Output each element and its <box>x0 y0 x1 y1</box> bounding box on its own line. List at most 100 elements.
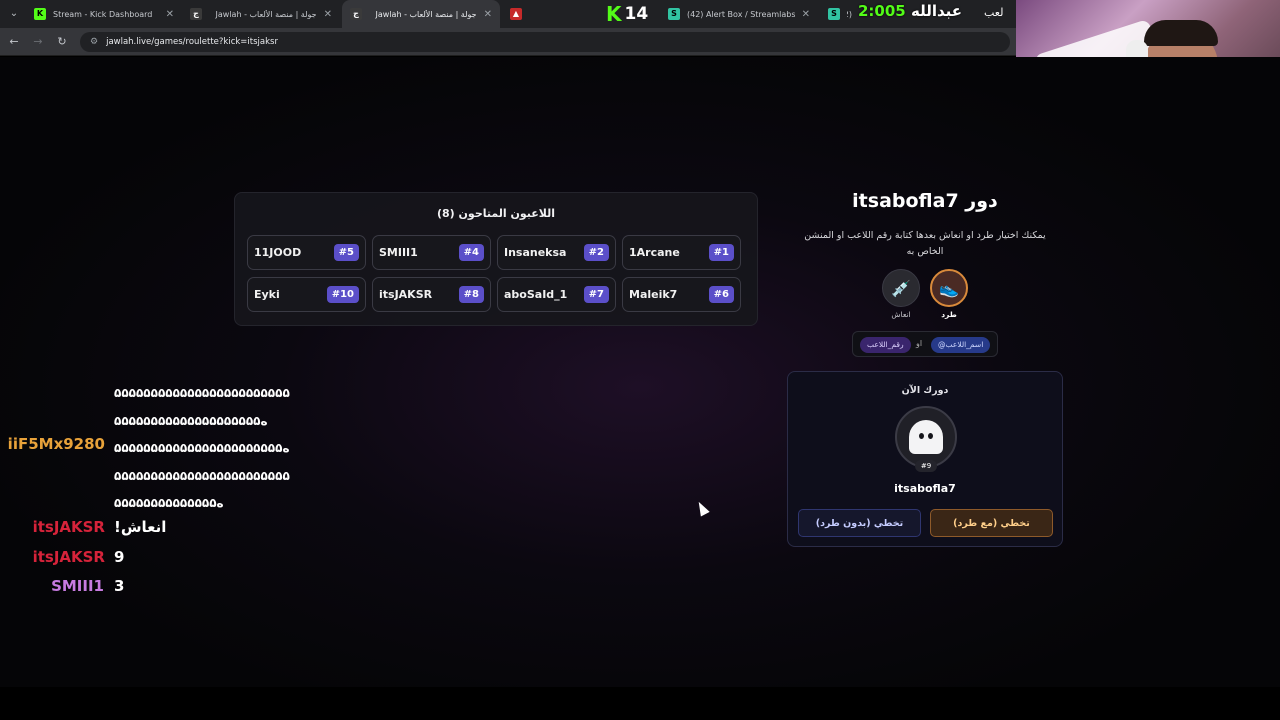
avatar <box>895 406 957 468</box>
tab-kick-dashboard[interactable]: K Stream - Kick Dashboard ✕ <box>26 0 182 28</box>
chat-message: 3 <box>114 577 125 595</box>
viewer-count: 14 <box>624 4 649 24</box>
corner-overlay-text: لعب <box>984 6 1004 19</box>
player-name: Insaneksa <box>504 246 567 259</box>
tab-jawlah-1[interactable]: ج جولة | منصة الألعاب - Jawlah ✕ <box>182 0 340 28</box>
tab-jawlah-active[interactable]: ج جولة | منصة الألعاب - Jawlah ✕ <box>342 0 500 28</box>
available-players-panel: اللاعبون المتاحون (8) 11JOOD #5 SMIII1 #… <box>234 192 758 326</box>
player-number-badge: #5 <box>333 244 359 261</box>
browser-address-bar: ← → ↻ ⚙ jawlah.live/games/roulette?kick=… <box>0 28 1016 56</box>
player-number-badge: #4 <box>458 244 484 261</box>
chat-message-line: ۵۵۵۵۵۵۵۵۵۵۵۵۵۵۵۵۵۵۵۵۵۵۵۵ <box>114 468 290 483</box>
kick-action-button[interactable]: 👟 <box>930 269 968 307</box>
ghost-avatar-icon <box>909 420 943 454</box>
player-name: 11JOOD <box>254 246 302 259</box>
current-turn-panel: دورك الآن #9 itsabofla7 تخطي (بدون طرد) … <box>787 371 1063 547</box>
revive-action-button[interactable]: 💉 <box>882 269 920 307</box>
tab-red-site[interactable]: ▲ <box>502 0 532 28</box>
timer-value: 2:005 <box>858 2 906 20</box>
player-name: itsJAKSR <box>379 288 433 301</box>
player-name: Maleik7 <box>629 288 678 301</box>
player-card-10[interactable]: Eyki #10 <box>247 277 366 312</box>
player-name: Eyki <box>254 288 280 301</box>
tab-title: جولة | منصة الألعاب - Jawlah <box>215 9 317 19</box>
stream-timer-overlay: 2:005 عبدالله <box>858 2 962 20</box>
chat-username: itsJAKSR <box>32 518 105 536</box>
url-input[interactable]: ⚙ jawlah.live/games/roulette?kick=itsjak… <box>80 32 1010 52</box>
player-name: SMIII1 <box>379 246 418 259</box>
tab-title: جولة | منصة الألعاب - Jawlah <box>375 9 477 19</box>
chat-message-line: ۵۵۵۵۵۵۵۵۵۵۵۵۵۵۵۵۵۵۵۵۵۵۵ه <box>114 441 290 455</box>
site-info-icon[interactable]: ⚙ <box>90 37 98 47</box>
current-player-name: itsabofla7 <box>894 482 956 495</box>
tab-search-chevron-icon[interactable]: ⌄ <box>6 6 22 22</box>
chat-message: انعاش! <box>114 518 167 536</box>
jawlah-icon: ج <box>350 8 362 20</box>
close-icon[interactable]: ✕ <box>324 9 332 20</box>
player-number-badge: #1 <box>708 244 734 261</box>
tab-streamlabs-support[interactable]: S (42) دعمك <box>820 0 860 28</box>
site-icon: ▲ <box>510 8 522 20</box>
chat-username: itsJAKSR <box>32 548 105 566</box>
player-name: aboSaId_1 <box>504 288 568 301</box>
tab-title: Stream - Kick Dashboard <box>53 9 153 19</box>
player-number-badge: #6 <box>708 286 734 303</box>
player-mention-chip: @اسم_اللاعب <box>931 337 991 353</box>
chat-message-line: ه۵۵۵۵۵۵۵۵۵۵۵۵۵۵ <box>114 496 224 510</box>
timer-label: عبدالله <box>910 2 963 20</box>
player-number-badge: #9 <box>915 460 937 472</box>
chat-message-line: ه۵۵۵۵۵۵۵۵۵۵۵۵۵۵۵۵۵۵۵۵ <box>114 413 268 428</box>
chat-message-line: ۵۵۵۵۵۵۵۵۵۵۵۵۵۵۵۵۵۵۵۵۵۵۵۵ <box>114 386 290 400</box>
player-card-2[interactable]: Insaneksa #2 <box>497 235 616 270</box>
chat-username: SMIII1 <box>51 577 104 595</box>
browser-tab-bar: ⌄ K Stream - Kick Dashboard ✕ ج جولة | م… <box>0 0 1016 28</box>
close-icon[interactable]: ✕ <box>802 9 810 20</box>
skip-without-kick-button[interactable]: تخطي (بدون طرد) <box>798 509 921 537</box>
player-number-badge: #2 <box>583 244 609 261</box>
player-card-4[interactable]: SMIII1 #4 <box>372 235 491 270</box>
player-card-6[interactable]: Maleik7 #6 <box>622 277 741 312</box>
forward-arrow-icon[interactable]: → <box>30 34 46 50</box>
game-page <box>0 57 1280 687</box>
url-text: jawlah.live/games/roulette?kick=itsjaksr <box>106 37 278 47</box>
chat-username: iiF5Mx9280 <box>7 435 105 453</box>
chat-message-multiline: ۵۵۵۵۵۵۵۵۵۵۵۵۵۵۵۵۵۵۵۵۵۵۵۵ ه۵۵۵۵۵۵۵۵۵۵۵۵۵۵… <box>114 380 290 518</box>
kick-logo-icon: K <box>606 2 622 26</box>
bottom-strip <box>0 687 1280 720</box>
kick-action-label: طرد <box>941 310 957 319</box>
or-separator: او <box>916 339 923 348</box>
back-arrow-icon[interactable]: ← <box>6 34 22 50</box>
jawlah-icon: ج <box>190 8 202 20</box>
kick-icon: K <box>34 8 46 20</box>
skip-with-kick-button[interactable]: تخطي (مع طرد) <box>930 509 1053 537</box>
chat-message: 9 <box>114 548 125 566</box>
streamlabs-icon: S <box>828 8 840 20</box>
player-name: 1Arcane <box>629 246 680 259</box>
streamlabs-icon: S <box>668 8 680 20</box>
syringe-icon: 💉 <box>891 278 911 298</box>
player-card-5[interactable]: 11JOOD #5 <box>247 235 366 270</box>
player-number-badge: #8 <box>458 286 484 303</box>
kick-viewer-overlay: K 14 <box>606 2 648 26</box>
player-number-badge: #7 <box>583 286 609 303</box>
tab-title: (42) Alert Box / Streamlabs <box>687 9 795 19</box>
player-number-chip: رقم_اللاعب <box>860 337 911 353</box>
tab-title: (42) دعمك <box>847 9 852 19</box>
revive-action-label: انعاش <box>891 310 911 319</box>
turn-description-line: الخاص به <box>906 246 944 257</box>
player-number-badge: #10 <box>326 286 359 303</box>
shoe-icon: 👟 <box>939 278 959 298</box>
turn-title: دور itsabofla7 <box>852 190 998 212</box>
turn-description-line: يمكنك اختيار طرد او انعاش بعدها كتابة رق… <box>804 230 1046 241</box>
streamer-hair <box>1144 20 1218 46</box>
players-panel-title: اللاعبون المتاحون (8) <box>436 207 556 220</box>
player-card-1[interactable]: 1Arcane #1 <box>622 235 741 270</box>
reload-icon[interactable]: ↻ <box>54 34 70 50</box>
close-icon[interactable]: ✕ <box>166 9 174 20</box>
turn-description: يمكنك اختيار طرد او انعاش بعدها كتابة رق… <box>790 228 1060 260</box>
player-card-7[interactable]: aboSaId_1 #7 <box>497 277 616 312</box>
close-icon[interactable]: ✕ <box>484 9 492 20</box>
player-card-8[interactable]: itsJAKSR #8 <box>372 277 491 312</box>
tab-streamlabs-alert[interactable]: S (42) Alert Box / Streamlabs ✕ <box>660 0 818 28</box>
current-turn-title: دورك الآن <box>901 385 949 396</box>
